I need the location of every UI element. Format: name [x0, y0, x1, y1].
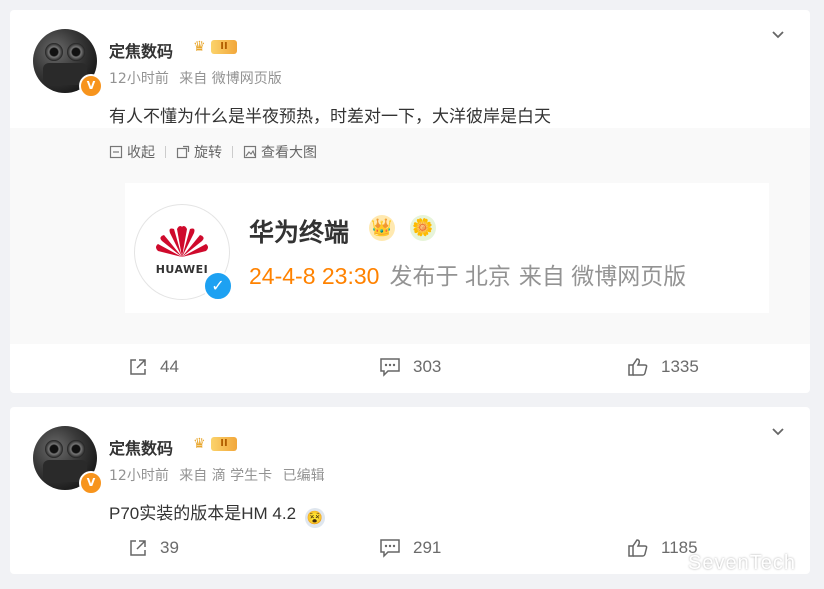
- post-text: 有人不懂为什么是半夜预热，时差对一下，大洋彼岸是白天: [109, 107, 551, 126]
- embedded-time: 24-4-8 23:30: [249, 263, 380, 289]
- post-meta: 12小时前 来自 微博网页版: [109, 68, 288, 88]
- post-meta: 12小时前 来自 滴 学生卡 已编辑: [109, 465, 331, 485]
- like-button[interactable]: 1335: [627, 357, 699, 377]
- rotate-icon: [176, 145, 190, 159]
- view-large-button[interactable]: 查看大图: [243, 142, 317, 162]
- comment-icon: [380, 358, 400, 377]
- watermark: SevenTech: [688, 552, 796, 574]
- post-time[interactable]: 12小时前: [109, 468, 169, 484]
- emoji-icon: 😵: [304, 508, 325, 528]
- embedded-image[interactable]: HUAWEI ✓ 华为终端 👑 🌼 24-4-8 23:30 发布于 北京 来自 微…: [125, 183, 769, 313]
- chevron-down-icon[interactable]: [770, 27, 786, 43]
- level-badge: II: [211, 40, 237, 54]
- crown-icon: ♛: [193, 436, 206, 452]
- post-text: P70实装的版本是HM 4.2: [109, 504, 297, 523]
- rotate-label: 旋转: [194, 145, 222, 161]
- embedded-meta: 24-4-8 23:30 发布于 北京 来自 微博网页版: [249, 257, 686, 291]
- thumbs-up-icon: [628, 358, 648, 376]
- repost-button[interactable]: 44: [128, 357, 179, 377]
- flower-badge-icon: 🌼: [410, 215, 436, 241]
- weibo-post-2: V 定焦数码 ♛ II 12小时前 来自 滴 学生卡 已编辑 P70实装的版本是…: [10, 407, 810, 574]
- post-time[interactable]: 12小时前: [109, 71, 169, 87]
- embedded-source: 来自 微博网页版: [518, 263, 687, 289]
- comment-icon: [380, 539, 400, 558]
- verified-blue-icon: ✓: [203, 271, 233, 301]
- chevron-down-icon[interactable]: [770, 424, 786, 440]
- image-icon: [243, 145, 257, 159]
- repost-button[interactable]: 39: [128, 538, 179, 558]
- author-name[interactable]: 定焦数码: [109, 435, 173, 459]
- like-button[interactable]: 1185: [627, 538, 698, 558]
- verified-badge-icon: V: [79, 471, 103, 495]
- rotate-button[interactable]: 旋转: [176, 142, 222, 162]
- repost-count: 39: [160, 538, 179, 557]
- comment-button[interactable]: 303: [379, 357, 441, 377]
- comment-button[interactable]: 291: [379, 538, 441, 558]
- comment-count: 303: [413, 357, 442, 376]
- share-icon: [130, 359, 146, 375]
- level-badge: II: [211, 437, 237, 451]
- repost-count: 44: [160, 357, 179, 376]
- crown-icon: ♛: [193, 39, 206, 55]
- post-source: 来自 滴 学生卡: [179, 468, 273, 484]
- collapse-icon: [109, 145, 123, 159]
- embedded-author-name: 华为终端: [249, 219, 350, 247]
- collapse-label: 收起: [127, 145, 155, 161]
- collapse-button[interactable]: 收起: [109, 142, 155, 162]
- view-large-label: 查看大图: [261, 145, 317, 161]
- post-source: 来自 微博网页版: [179, 71, 282, 87]
- embedded-location: 发布于 北京: [389, 263, 511, 289]
- post-actions: 44 303 1335: [10, 357, 810, 381]
- weibo-post-1: V 定焦数码 ♛ II 12小时前 来自 微博网页版 有人不懂为什么是半夜预热，…: [10, 10, 810, 393]
- comment-count: 291: [413, 538, 442, 557]
- crown-badge-icon: 👑: [369, 215, 395, 241]
- edited-label[interactable]: 已编辑: [283, 468, 325, 484]
- image-toolbar: 收起 旋转 查看大图: [109, 142, 327, 162]
- like-count: 1335: [661, 357, 699, 376]
- thumbs-up-icon: [628, 539, 648, 557]
- share-icon: [130, 540, 146, 556]
- post-text-wrap: P70实装的版本是HM 4.2 😵: [109, 499, 325, 528]
- author-name[interactable]: 定焦数码: [109, 38, 173, 62]
- verified-badge-icon: V: [79, 74, 103, 98]
